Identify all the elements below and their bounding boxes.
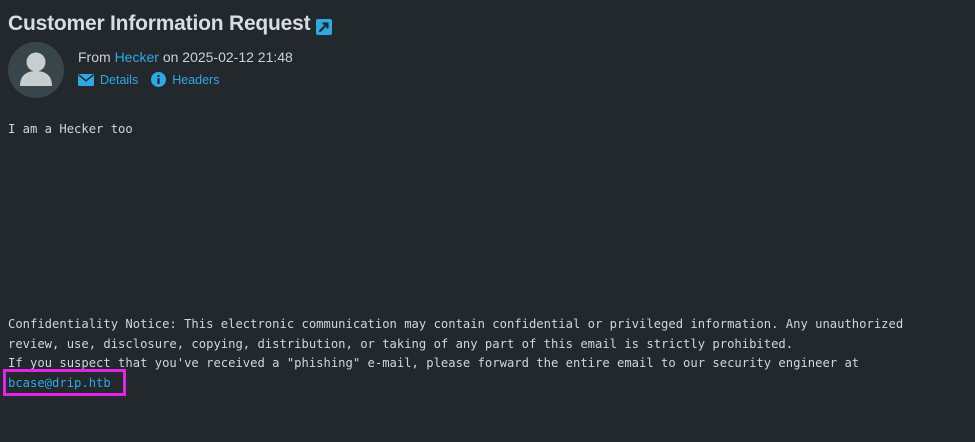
headers-link[interactable]: Headers <box>151 72 219 87</box>
message-subject: Customer Information Request <box>8 10 333 38</box>
message-header: From Hecker on 2025-02-12 21:48 Details … <box>78 47 293 87</box>
user-avatar-icon <box>8 42 64 98</box>
confidentiality-notice: Confidentiality Notice: This electronic … <box>8 315 971 393</box>
details-label: Details <box>100 72 139 87</box>
notice-line-2: review, use, disclosure, copying, distri… <box>8 336 794 351</box>
message-body: I am a Hecker too <box>8 122 133 136</box>
message-date: 2025-02-12 21:48 <box>182 49 293 65</box>
date-prefix: on <box>162 49 179 65</box>
external-link-icon[interactable] <box>316 17 333 35</box>
subject-text: Customer Information Request <box>8 12 311 35</box>
from-line: From Hecker on 2025-02-12 21:48 <box>78 47 293 67</box>
sender-link[interactable]: Hecker <box>115 49 159 65</box>
headers-label: Headers <box>172 72 220 87</box>
from-prefix: From <box>78 49 111 65</box>
notice-line-1: Confidentiality Notice: This electronic … <box>8 317 904 331</box>
envelope-icon <box>78 73 94 86</box>
details-link[interactable]: Details <box>78 73 138 87</box>
highlight-box <box>3 369 126 396</box>
notice-line-3: If you suspect that you've received a "p… <box>8 356 860 370</box>
info-circle-icon <box>151 72 167 87</box>
header-links: Details Headers <box>78 72 293 87</box>
